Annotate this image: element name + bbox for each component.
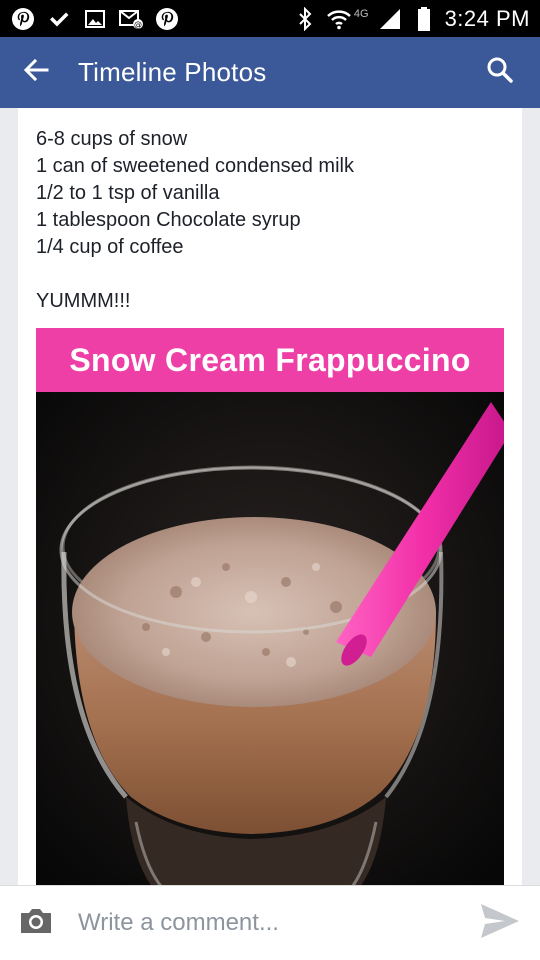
gallery-icon bbox=[82, 6, 108, 32]
pinterest-icon bbox=[10, 6, 36, 32]
app-bar: Timeline Photos bbox=[0, 37, 540, 108]
camera-button[interactable] bbox=[0, 886, 72, 960]
wifi-icon bbox=[326, 6, 352, 32]
post-line: 6-8 cups of snow bbox=[36, 128, 188, 150]
battery-icon bbox=[411, 6, 437, 32]
camera-icon bbox=[17, 906, 55, 941]
status-right-icons: 4G 3:24 PM bbox=[292, 6, 530, 32]
search-icon bbox=[486, 56, 514, 89]
messages-icon: @ bbox=[118, 6, 144, 32]
page-title: Timeline Photos bbox=[78, 57, 267, 87]
post-line: 1/2 to 1 tsp of vanilla bbox=[36, 182, 220, 204]
signal-icon bbox=[377, 6, 403, 32]
post-card: 6-8 cups of snow 1 can of sweetened cond… bbox=[18, 108, 522, 885]
post-line: 1 can of sweetened condensed milk bbox=[36, 155, 354, 177]
status-left-icons: @ bbox=[10, 6, 180, 32]
status-bar: @ 4G 3:24 PM bbox=[0, 0, 540, 37]
comment-input[interactable] bbox=[72, 898, 460, 948]
post-content[interactable]: 6-8 cups of snow 1 can of sweetened cond… bbox=[0, 108, 540, 885]
comment-bar bbox=[0, 885, 540, 960]
photo-banner: Snow Cream Frappuccino bbox=[36, 328, 504, 392]
check-icon bbox=[46, 6, 72, 32]
post-line: 1/4 cup of coffee bbox=[36, 236, 184, 258]
post-photo[interactable]: Snow Cream Frappuccino bbox=[36, 328, 504, 885]
send-icon bbox=[479, 902, 521, 945]
post-line: 1 tablespoon Chocolate syrup bbox=[36, 209, 301, 231]
svg-text:@: @ bbox=[134, 20, 142, 29]
frappuccino-glass-image bbox=[36, 392, 504, 885]
bluetooth-icon bbox=[292, 6, 318, 32]
back-button[interactable] bbox=[0, 37, 78, 108]
send-button[interactable] bbox=[460, 886, 540, 960]
clock: 3:24 PM bbox=[444, 5, 530, 31]
arrow-left-icon bbox=[22, 56, 50, 89]
network-type: 4G bbox=[353, 7, 369, 20]
photo-banner-text: Snow Cream Frappuccino bbox=[69, 341, 471, 378]
search-button[interactable] bbox=[460, 37, 540, 108]
post-text: 6-8 cups of snow 1 can of sweetened cond… bbox=[18, 108, 522, 315]
pinterest-icon bbox=[154, 6, 180, 32]
post-exclamation: YUMMM!!! bbox=[36, 290, 131, 312]
